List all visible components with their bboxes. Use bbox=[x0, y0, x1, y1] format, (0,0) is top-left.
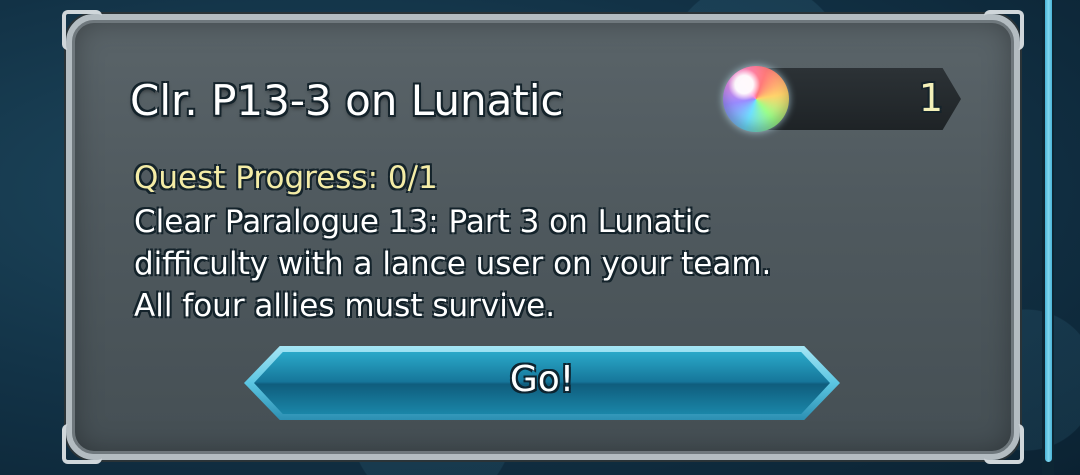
quest-progress: Quest Progress: 0/1 bbox=[134, 160, 438, 196]
frame-corner-ornament bbox=[984, 10, 1024, 50]
reward-count: 1 bbox=[918, 76, 943, 120]
quest-description: Clear Paralogue 13: Part 3 on Lunatic di… bbox=[134, 204, 772, 324]
frame-corner-ornament bbox=[62, 424, 102, 464]
quest-title: Clr. P13-3 on Lunatic bbox=[130, 76, 564, 125]
orb-icon bbox=[723, 66, 789, 132]
scrollbar-thumb[interactable] bbox=[1045, 0, 1052, 462]
go-button-label: Go! bbox=[509, 359, 575, 400]
frame-corner-ornament bbox=[62, 10, 102, 50]
reward-display: 1 bbox=[717, 66, 973, 132]
quest-panel: Clr. P13-3 on Lunatic 1 Quest Progress: … bbox=[62, 10, 1024, 464]
go-button[interactable]: Go! bbox=[244, 346, 840, 420]
frame-corner-ornament bbox=[984, 424, 1024, 464]
